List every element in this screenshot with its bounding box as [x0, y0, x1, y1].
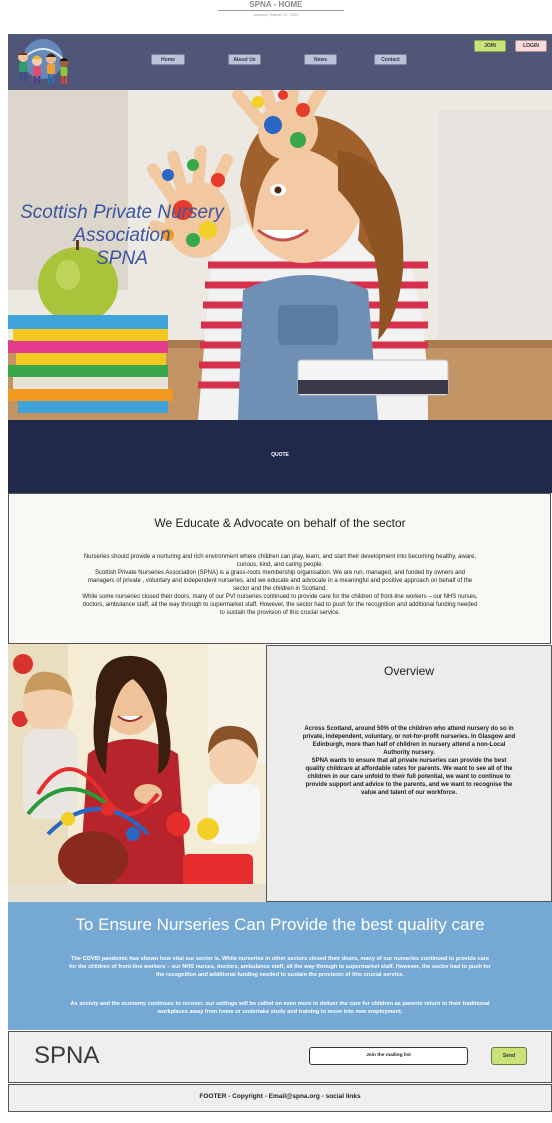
- kids-logo: [18, 39, 69, 84]
- educate-paragraph: Scottish Private Nurseries Association (…: [87, 570, 473, 592]
- send-button[interactable]: Send: [491, 1047, 527, 1065]
- document-meta: seaimoi | March 17, 2022: [253, 12, 299, 17]
- quality-care-heading: To Ensure Nurseries Can Provide the best…: [75, 915, 485, 934]
- nursery-photo: [8, 644, 266, 902]
- nav-home-button[interactable]: Home: [151, 54, 185, 65]
- nursery-illustration: [8, 644, 266, 902]
- site-header: [8, 34, 552, 90]
- brand-name: SPNA: [34, 1042, 100, 1069]
- overview-heading: Overview: [383, 664, 434, 678]
- login-button[interactable]: LOGIN: [515, 40, 547, 52]
- educate-heading: We Educate & Advocate on behalf of the s…: [154, 516, 406, 530]
- hero-title: Scottish Private Nursery Association SPN…: [8, 201, 236, 270]
- nav-contact-button[interactable]: Contact: [374, 54, 407, 65]
- overview-paragraph: SPNA wants to ensure that all private nu…: [305, 758, 513, 796]
- hero-title-line: SPNA: [96, 248, 148, 269]
- document-title: SPNA - HOME: [249, 0, 303, 9]
- overview-paragraph: Across Scotland, around 50% of the child…: [302, 726, 516, 756]
- nav-about-button[interactable]: About Us: [228, 54, 261, 65]
- footer-text: FOOTER - Copyright - Email@spna.org - so…: [199, 1093, 361, 1100]
- quote-text: QUOTE: [271, 452, 289, 458]
- mailing-list-input[interactable]: Join the mailing list: [309, 1047, 468, 1065]
- quality-care-paragraph: As society and the economy continues to …: [70, 1001, 490, 1015]
- title-underline: [218, 10, 344, 11]
- hero-title-line: Association: [73, 225, 171, 246]
- join-button[interactable]: JOIN: [474, 40, 506, 52]
- overview-text: Across Scotland, around 50% of the child…: [302, 725, 516, 797]
- educate-text: Nurseries should provide a nurturing and…: [82, 553, 478, 617]
- quality-care-paragraph: The COVID pandemic has shown how vital o…: [69, 956, 491, 978]
- nav-news-button[interactable]: News: [304, 54, 337, 65]
- educate-paragraph: Nurseries should provide a nurturing and…: [83, 554, 477, 568]
- educate-paragraph: While some nurseries closed their doors,…: [82, 594, 478, 616]
- hero-title-line: Scottish Private Nursery: [20, 202, 224, 223]
